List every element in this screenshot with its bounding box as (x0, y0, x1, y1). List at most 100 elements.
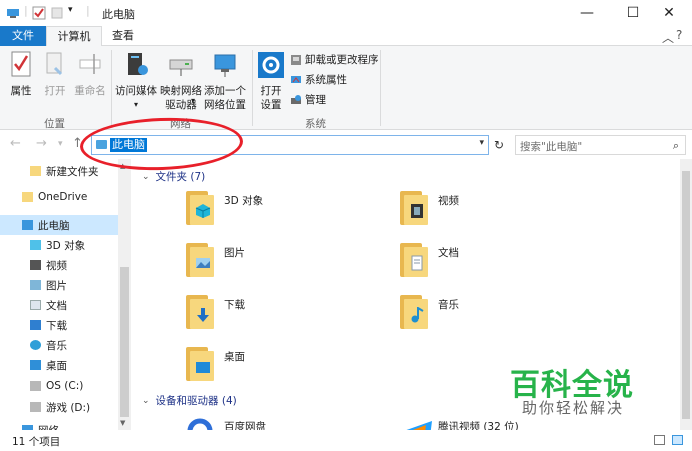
tab-file[interactable]: 文件 (0, 26, 46, 46)
sidebar-item-new-folder[interactable]: 新建文件夹 (0, 161, 118, 181)
cube-icon (195, 204, 211, 218)
access-media-button[interactable]: 访问媒体 ▾ (114, 50, 158, 112)
rename-button[interactable]: 重命名 (72, 50, 108, 98)
open-button[interactable]: 打开 (40, 50, 70, 98)
group-label-system: 系统 (305, 118, 326, 130)
details-view-icon[interactable] (654, 435, 665, 445)
close-button[interactable]: ✕ (646, 0, 692, 26)
search-placeholder: 搜索"此电脑" (520, 141, 583, 153)
content-scroll-thumb[interactable] (682, 171, 690, 419)
watermark-subtitle: 助你轻松解决 (522, 399, 625, 417)
download-icon (30, 320, 41, 330)
help-icon[interactable]: ? (676, 28, 682, 42)
sidebar-item-documents[interactable]: 文档 (0, 295, 118, 315)
sidebar-item-3d-objects[interactable]: 3D 对象 (0, 235, 118, 255)
properties-button[interactable]: 属性 (6, 50, 36, 98)
sidebar-scrollbar[interactable]: ▲ ▼ (118, 159, 131, 430)
devices-section-header[interactable]: ⌄ 设备和驱动器 (4) (142, 393, 237, 408)
system-properties-icon (291, 76, 301, 83)
sidebar-item-onedrive[interactable]: OneDrive (0, 187, 118, 207)
qa-separator: | (24, 4, 28, 17)
desktop-icon (196, 362, 210, 373)
address-path[interactable]: 此电脑 (110, 138, 147, 152)
forward-arrow-icon[interactable]: → (36, 136, 47, 151)
quick-access-dropdown-icon[interactable]: ▾ (68, 5, 73, 15)
folder-desktop[interactable]: 桌面 (186, 343, 386, 391)
item-count: 11 个项目 (12, 436, 61, 448)
sidebar-item-desktop[interactable]: 桌面 (0, 355, 118, 375)
folder-music[interactable]: 音乐 (400, 291, 600, 339)
folder-videos[interactable]: 视频 (400, 187, 600, 235)
folder-icon (400, 191, 428, 225)
folder-icon (186, 347, 214, 381)
up-arrow-icon[interactable]: ↑ (72, 136, 83, 151)
ribbon-divider (252, 50, 253, 126)
device-baidu-netdisk[interactable]: 百度网盘 (186, 413, 386, 430)
windows-drive-icon (30, 381, 41, 391)
folder-downloads[interactable]: 下载 (186, 291, 386, 339)
gear-icon (258, 52, 284, 78)
minimize-button[interactable]: — (564, 0, 610, 26)
sidebar-scroll-thumb[interactable] (120, 267, 129, 417)
folder-icon (30, 166, 41, 176)
properties-check-icon[interactable] (32, 6, 46, 20)
title-separator: | (86, 4, 90, 17)
map-network-drive-button[interactable]: 映射网络 驱动器 (159, 50, 203, 112)
uninstall-programs-button[interactable]: 卸载或更改程序 (290, 52, 379, 68)
tab-computer[interactable]: 计算机 (46, 26, 102, 47)
folder-pictures[interactable]: 图片 (186, 239, 386, 287)
refresh-icon[interactable]: ↻ (490, 135, 508, 155)
tencent-video-icon (406, 421, 432, 430)
folder-3d-objects[interactable]: 3D 对象 (186, 187, 386, 235)
ribbon-tab-bar: 文件 计算机 查看 ︿ ? (0, 26, 692, 47)
collapse-ribbon-icon[interactable]: ︿ (662, 29, 674, 46)
music-icon (30, 340, 41, 350)
baidu-netdisk-icon (187, 418, 213, 430)
collapse-chevron-icon[interactable]: ⌄ (142, 396, 150, 406)
open-icon (46, 52, 63, 76)
address-dropdown-icon[interactable]: ▾ (479, 138, 484, 148)
folder-documents[interactable]: 文档 (400, 239, 600, 287)
scroll-up-icon[interactable]: ▲ (120, 162, 125, 170)
download-arrow-icon (197, 308, 209, 322)
folder-icon (186, 295, 214, 329)
sidebar-item-this-pc[interactable]: 此电脑 (0, 215, 118, 235)
access-media-dropdown-icon: ▾ (133, 100, 138, 109)
computer-icon (96, 140, 107, 149)
open-settings-button[interactable]: 打开 设置 (256, 50, 286, 112)
group-label-location: 位置 (44, 118, 65, 130)
sidebar-item-videos[interactable]: 视频 (0, 255, 118, 275)
document-icon (30, 300, 41, 310)
system-properties-button[interactable]: 系统属性 (290, 72, 347, 88)
network-drive-icon (169, 59, 193, 76)
search-icon[interactable]: ⌕ (673, 139, 679, 153)
music-note-icon (411, 307, 424, 323)
address-bar[interactable]: 此电脑 ▾ (91, 135, 489, 155)
search-input[interactable]: 搜索"此电脑" ⌕ (515, 135, 686, 155)
uninstall-icon (291, 55, 301, 65)
large-icons-view-icon[interactable] (672, 435, 683, 445)
rename-icon (79, 54, 101, 74)
tab-view[interactable]: 查看 (104, 26, 142, 46)
sidebar-item-music[interactable]: 音乐 (0, 335, 118, 355)
picture-icon (30, 280, 41, 290)
recent-locations-icon[interactable]: ▾ (58, 139, 63, 149)
sidebar-item-game-d[interactable]: 游戏 (D:) (0, 397, 118, 417)
add-network-location-button[interactable]: 添加一个 网络位置 (203, 50, 247, 112)
map-drive-dropdown-icon[interactable]: ▾ (191, 96, 195, 105)
sidebar-item-pictures[interactable]: 图片 (0, 275, 118, 295)
media-server-icon (128, 53, 148, 75)
scroll-down-icon[interactable]: ▼ (120, 419, 125, 427)
folders-section-header[interactable]: ⌄ 文件夹 (7) (142, 169, 205, 184)
group-label-network: 网络 (170, 118, 191, 130)
manage-button[interactable]: 管理 (290, 92, 326, 108)
sidebar-item-downloads[interactable]: 下载 (0, 315, 118, 335)
collapse-chevron-icon[interactable]: ⌄ (142, 172, 150, 182)
new-folder-quick-icon[interactable] (50, 6, 64, 20)
sidebar-item-os-c[interactable]: OS (C:) (0, 376, 118, 396)
status-bar: 11 个项目 (0, 430, 692, 451)
content-scrollbar[interactable] (680, 159, 692, 430)
folder-icon (186, 191, 214, 225)
computer-icon (22, 220, 33, 230)
back-arrow-icon[interactable]: ← (10, 136, 21, 151)
